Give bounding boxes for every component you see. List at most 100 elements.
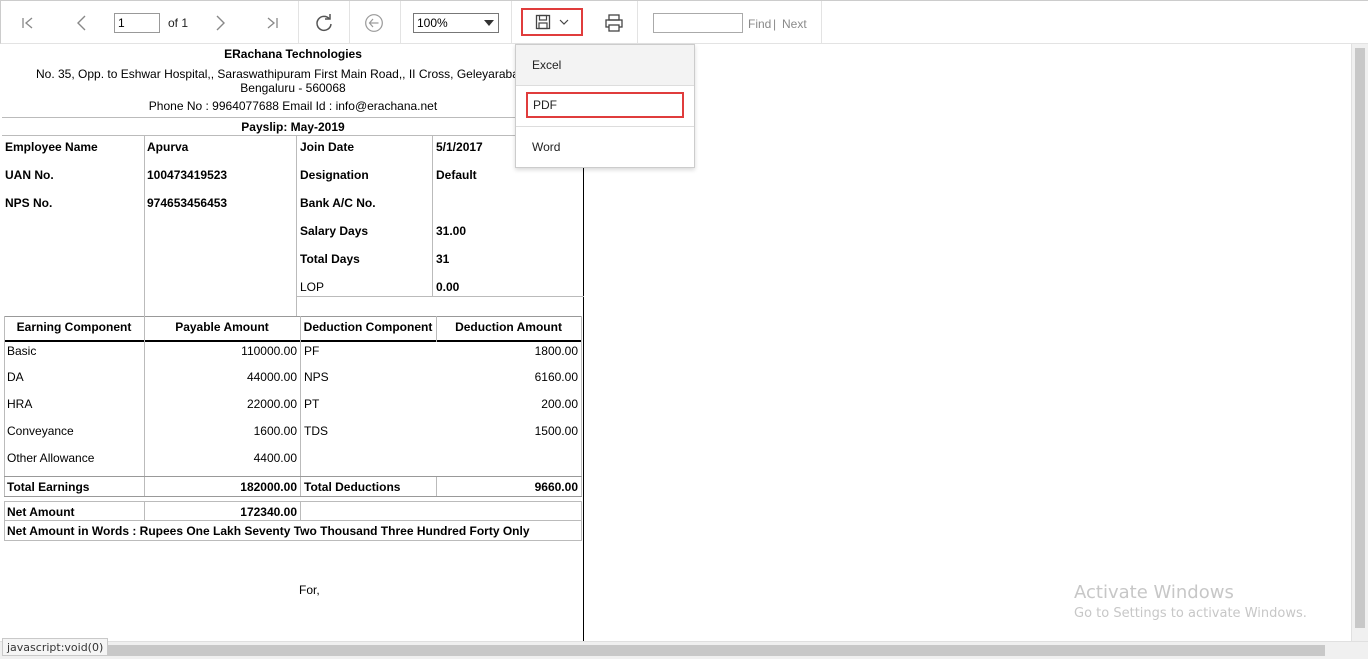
divider (4, 520, 582, 521)
export-excel-option[interactable]: Excel (516, 45, 694, 85)
signature-for-label: For, (299, 583, 320, 597)
first-page-button[interactable] (15, 1, 41, 44)
net-amount-in-words: Net Amount in Words : Rupees One Lakh Se… (7, 524, 530, 538)
divider (144, 135, 145, 316)
horizontal-scrollbar[interactable] (0, 641, 1368, 659)
printer-icon (605, 13, 623, 32)
toolbar-separator (637, 1, 638, 44)
chevron-down-icon (559, 19, 569, 25)
find-next-link[interactable]: Next (782, 17, 807, 31)
divider (4, 340, 582, 342)
divider (4, 476, 582, 477)
vertical-scrollbar[interactable] (1351, 44, 1368, 641)
employee-name-label: Employee Name (5, 140, 98, 154)
vertical-scrollbar-thumb[interactable] (1355, 48, 1365, 628)
find-separator: | (773, 17, 777, 31)
earning-name: HRA (7, 397, 33, 411)
deduction-component-header: Deduction Component (303, 320, 433, 334)
designation-value: Default (436, 168, 477, 182)
chevron-left-icon (77, 15, 86, 30)
first-page-icon (22, 17, 33, 28)
company-city: Bengaluru - 560068 (240, 81, 346, 95)
earning-name: Other Allowance (7, 451, 95, 465)
deduction-name: TDS (304, 424, 328, 438)
chevron-down-icon (484, 20, 494, 26)
next-page-button[interactable] (207, 1, 233, 44)
deduction-amount-header: Deduction Amount (455, 320, 562, 334)
deduction-amount: 6160.00 (534, 370, 578, 384)
print-button[interactable] (599, 1, 629, 44)
join-date-value: 5/1/2017 (436, 140, 483, 154)
back-arrow-circle-icon (365, 13, 383, 32)
refresh-button[interactable] (309, 1, 339, 44)
divider (4, 316, 5, 496)
export-pdf-option[interactable]: PDF (526, 92, 684, 118)
divider (4, 540, 582, 541)
divider (144, 501, 145, 520)
divider (516, 85, 694, 86)
designation-label: Designation (300, 168, 369, 182)
divider (296, 296, 584, 297)
last-page-icon (267, 17, 278, 28)
report-toolbar: of 1 100% Find | Next (0, 0, 1368, 44)
uan-label: UAN No. (5, 168, 54, 182)
export-word-option[interactable]: Word (516, 127, 694, 167)
back-to-parent-button[interactable] (359, 1, 389, 44)
deduction-amount: 1800.00 (534, 344, 578, 358)
divider (296, 135, 297, 316)
zoom-select[interactable]: 100% (413, 13, 499, 33)
divider (4, 316, 582, 317)
divider (581, 316, 582, 496)
find-input[interactable] (653, 13, 743, 33)
page-count-label: of 1 (168, 16, 189, 30)
payslip-report: ERachana Technologies No. 35, Opp. to Es… (2, 44, 584, 641)
earning-amount: 110000.00 (241, 344, 297, 358)
find-link[interactable]: Find (748, 17, 771, 31)
divider (2, 117, 584, 118)
deduction-name: NPS (304, 370, 329, 384)
deduction-name: PT (304, 397, 320, 411)
toolbar-separator (821, 1, 822, 44)
company-address: No. 35, Opp. to Eshwar Hospital,, Sarasw… (36, 67, 519, 81)
refresh-icon (316, 13, 332, 31)
export-button[interactable] (521, 8, 583, 36)
status-bar-link-preview: javascript:void(0) (2, 638, 109, 656)
earning-amount: 4400.00 (253, 451, 297, 465)
total-days-label: Total Days (300, 252, 360, 266)
earning-name: DA (7, 370, 24, 384)
earning-name: Basic (7, 344, 37, 358)
activate-windows-title: Activate Windows (1074, 582, 1234, 603)
divider (436, 476, 437, 496)
previous-page-button[interactable] (69, 1, 95, 44)
earning-amount: 22000.00 (246, 397, 297, 411)
deduction-amount: 1500.00 (534, 424, 578, 438)
last-page-button[interactable] (259, 1, 285, 44)
divider (300, 316, 301, 496)
save-icon (535, 14, 551, 30)
nps-no-value: 974653456453 (147, 196, 228, 210)
payable-amount-header: Payable Amount (175, 320, 269, 334)
chevron-right-icon (216, 15, 225, 30)
earning-amount: 44000.00 (246, 370, 297, 384)
earning-name: Conveyance (7, 424, 74, 438)
net-amount-label: Net Amount (7, 505, 75, 519)
toolbar-separator (298, 1, 299, 44)
bank-account-label: Bank A/C No. (300, 196, 376, 210)
total-earnings-label: Total Earnings (7, 480, 90, 494)
divider (4, 501, 5, 540)
lop-label: LOP (300, 280, 325, 294)
deduction-amount: 200.00 (541, 397, 578, 411)
net-amount-value: 172340.00 (240, 505, 297, 519)
salary-days-label: Salary Days (300, 224, 369, 238)
lop-value: 0.00 (436, 280, 460, 294)
deduction-name: PF (304, 344, 320, 358)
company-name: ERachana Technologies (224, 47, 362, 61)
divider (581, 501, 582, 540)
page-number-input[interactable] (114, 13, 160, 33)
total-days-value: 31 (436, 252, 450, 266)
export-dropdown-menu: Excel PDF Word (515, 44, 695, 168)
zoom-value: 100% (417, 16, 448, 30)
uan-value: 100473419523 (147, 168, 228, 182)
horizontal-scrollbar-thumb[interactable] (100, 645, 1325, 656)
employee-name-value: Apurva (147, 140, 189, 154)
